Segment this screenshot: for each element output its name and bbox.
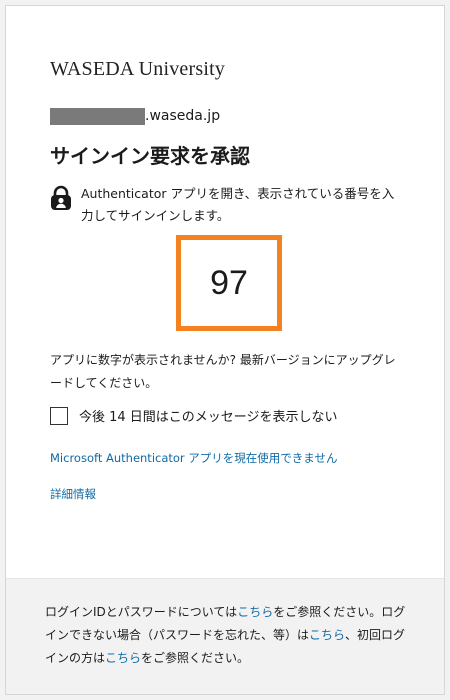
footer-text-part4: をご参照ください。 xyxy=(141,651,250,665)
sign-in-card: WASEDA University . waseda.jp サインイン要求を承認 … xyxy=(5,5,445,695)
cant-use-app-link[interactable]: Microsoft Authenticator アプリを現在使用できません xyxy=(50,450,337,466)
redacted-username xyxy=(50,107,145,125)
lock-person-icon xyxy=(51,185,71,210)
page-title: サインイン要求を承認 xyxy=(50,144,250,168)
more-info-link[interactable]: 詳細情報 xyxy=(50,486,96,502)
footer-link-first-login[interactable]: こちら xyxy=(105,651,141,665)
remember-checkbox[interactable] xyxy=(50,406,68,425)
sign-in-number: 97 xyxy=(210,263,248,302)
logo-text: WASEDA University xyxy=(50,58,226,80)
account-identifier: . waseda.jp xyxy=(50,106,220,126)
remember-label[interactable]: 今後 14 日間はこのメッセージを表示しない xyxy=(79,406,338,425)
footer-link-cannot-login[interactable]: こちら xyxy=(309,628,345,642)
footer: ログインIDとパスワードについてはこちらをご参照ください。ログインできない場合（… xyxy=(6,578,444,694)
sign-in-number-box: 97 xyxy=(176,235,282,331)
remember-option[interactable]: 今後 14 日間はこのメッセージを表示しない xyxy=(50,406,338,425)
footer-text-part1: ログインIDとパスワードについては xyxy=(45,605,238,619)
footer-text: ログインIDとパスワードについてはこちらをご参照ください。ログインできない場合（… xyxy=(45,601,410,670)
help-text: アプリに数字が表示されませんか? 最新バージョンにアップグレードしてください。 xyxy=(50,353,396,390)
instruction-text: Authenticator アプリを開き、表示されている番号を入力してサインイン… xyxy=(81,186,395,223)
account-domain: waseda.jp xyxy=(149,108,221,124)
waseda-logo: WASEDA University xyxy=(50,58,225,81)
footer-link-credentials[interactable]: こちら xyxy=(237,605,273,619)
instruction-row: Authenticator アプリを開き、表示されている番号を入力してサインイン… xyxy=(50,183,400,227)
